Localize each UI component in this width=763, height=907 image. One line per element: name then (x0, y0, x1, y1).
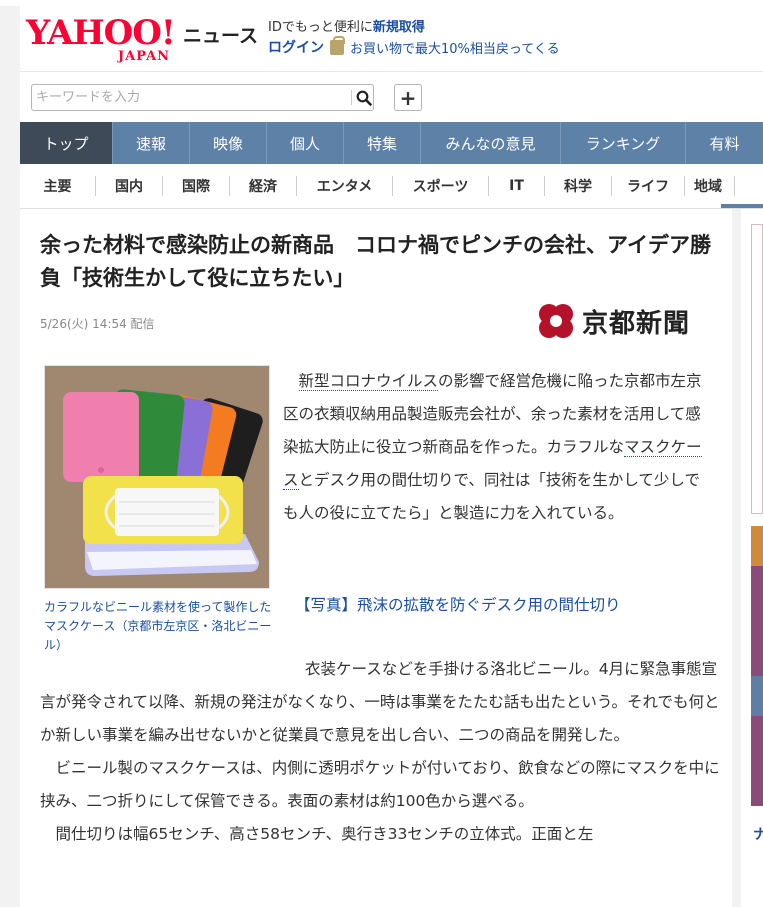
category-entertainment[interactable]: エンタメ (297, 176, 393, 196)
category-life[interactable]: ライフ (612, 176, 685, 196)
article-body: 衣装ケースなどを手掛ける洛北ビニール。4月に緊急事態宣言が発令されて以降、新規の… (40, 653, 722, 851)
id-promo: IDでもっと便利に新規取得 (268, 16, 425, 35)
article-photo[interactable] (44, 365, 270, 589)
lead-text-2: とデスク用の間仕切りで、同社は「技術を生かして少しでも人の役に立てたら」と製造に… (283, 471, 700, 522)
body-paragraph: ビニール製のマスクケースは、内側に透明ポケットが付いており、飲食などの際にマスク… (40, 759, 720, 810)
right-column: ナ (741, 209, 763, 907)
category-local[interactable]: 地域 (685, 176, 735, 196)
search-icon (356, 90, 372, 106)
category-international[interactable]: 国際 (163, 176, 230, 196)
body-paragraph: 間仕切りは幅65センチ、高さ58センチ、奥行き33センチの立体式。正面と左 (55, 825, 594, 843)
login-row: ログイン お買い物で最大10%相当戻ってくる (268, 35, 560, 57)
id-promo-text: IDでもっと便利に (268, 20, 373, 35)
side-ad-image[interactable] (751, 526, 763, 806)
article-lead: 新型コロナウイルスの影響で経営危機に陥った京都市左京区の衣類収納用品製造販売会社… (283, 365, 715, 530)
lead-paragraph: 新型コロナウイルスの影響で経営危機に陥った京都市左京区の衣類収納用品製造販売会社… (283, 365, 715, 530)
shopping-promo-link[interactable]: お買い物で最大10%相当戻ってくる (350, 38, 560, 57)
tab-ranking[interactable]: ランキング (561, 122, 686, 164)
service-name[interactable]: ニュース (183, 21, 258, 48)
article-date: 5/26(火) 14:54 配信 (40, 317, 155, 331)
tab-breaking[interactable]: 速報 (113, 122, 190, 164)
site-header: YAHOO! JAPAN ニュース IDでもっと便利に新規取得 ログイン お買い… (20, 6, 763, 72)
login-link[interactable]: ログイン (268, 37, 324, 57)
search-row: + (20, 72, 763, 122)
photo-link[interactable]: 【写真】飛沫の拡散を防ぐデスク用の間仕切り (295, 593, 621, 615)
article-title: 余った材料で感染防止の新商品 コロナ禍でピンチの会社、アイデア勝負「技術生かして… (40, 233, 711, 290)
tab-video[interactable]: 映像 (190, 122, 267, 164)
mask-case-photo (45, 366, 269, 588)
tab-top[interactable]: トップ (20, 122, 113, 164)
source-logo[interactable]: 京都新聞 (536, 301, 690, 341)
tab-paid[interactable]: 有料 (686, 122, 763, 164)
article: 余った材料で感染防止の新商品 コロナ禍でピンチの会社、アイデア勝負「技術生かして… (20, 209, 732, 907)
side-heading[interactable]: ナ (753, 824, 763, 844)
category-domestic[interactable]: 国内 (96, 176, 163, 196)
category-it[interactable]: IT (489, 176, 545, 196)
category-nav: 主要 国内 国際 経済 エンタメ スポーツ IT 科学 ライフ 地域 (20, 164, 763, 209)
body-paragraph: 衣装ケースなどを手掛ける洛北ビニール。4月に緊急事態宣言が発令されて以降、新規の… (40, 660, 720, 744)
search-divider (351, 90, 352, 105)
register-link[interactable]: 新規取得 (373, 20, 425, 35)
category-science[interactable]: 科学 (545, 176, 612, 196)
shopping-bag-icon (330, 35, 345, 55)
keyword-link[interactable]: 新型コロナウイルス (298, 372, 439, 391)
category-economy[interactable]: 経済 (230, 176, 297, 196)
category-main[interactable]: 主要 (20, 176, 96, 196)
side-ad[interactable] (751, 224, 763, 514)
ad-band (751, 676, 763, 716)
search-box (31, 84, 374, 111)
source-name: 京都新聞 (582, 308, 691, 339)
main-nav: トップ 速報 映像 個人 特集 みんなの意見 ランキング 有料 (20, 122, 763, 164)
active-category-indicator (721, 204, 763, 208)
yahoo-japan-logo[interactable]: YAHOO! JAPAN (26, 16, 186, 64)
search-input[interactable] (36, 87, 348, 108)
search-button[interactable] (354, 86, 374, 109)
tab-individual[interactable]: 個人 (267, 122, 344, 164)
kyoto-shimbun-mark-icon (539, 304, 573, 338)
tab-opinions[interactable]: みんなの意見 (421, 122, 561, 164)
logo-text: YAHOO! (26, 13, 176, 53)
ad-band (751, 526, 763, 566)
tab-feature[interactable]: 特集 (344, 122, 421, 164)
add-button[interactable]: + (394, 84, 422, 111)
category-sports[interactable]: スポーツ (393, 176, 489, 196)
logo-sub: JAPAN (118, 49, 171, 64)
photo-caption[interactable]: カラフルなビニール素材を使って製作したマスクケース（京都市左京区・洛北ビニール） (44, 598, 272, 655)
